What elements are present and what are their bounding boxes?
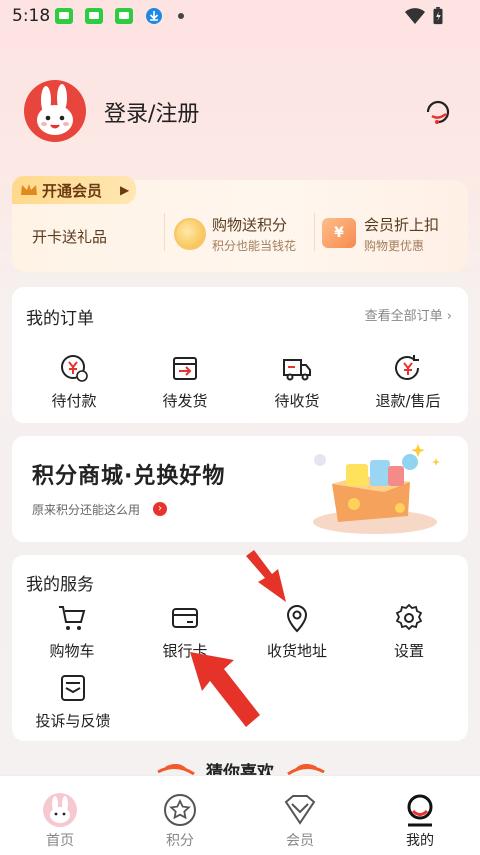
- tab-points[interactable]: 积分: [140, 792, 220, 850]
- rabbit-home-icon: [43, 793, 77, 827]
- tab-label: 首页: [46, 833, 74, 849]
- battery-icon: [433, 7, 443, 25]
- vip-diamond-icon: [284, 795, 316, 825]
- status-time: 5:18: [12, 6, 51, 26]
- avatar[interactable]: [24, 80, 86, 142]
- go-arrow-icon[interactable]: ›: [153, 502, 167, 516]
- vip-points-title: 购物送积分: [212, 216, 288, 234]
- order-refund-aftersale[interactable]: 退款/售后: [368, 352, 448, 411]
- vip-points-subtitle: 积分也能当钱花: [212, 239, 297, 253]
- yen-return-icon: [395, 355, 419, 380]
- annotation-arrow-up: [190, 652, 260, 727]
- login-register-link[interactable]: 登录/注册: [104, 96, 199, 128]
- service-label: 收货地址: [266, 642, 327, 660]
- service-label: 设置: [393, 642, 424, 660]
- wechat-icon: [55, 8, 73, 24]
- service-label: 购物车: [49, 642, 95, 660]
- open-vip-arrow: ▶: [120, 183, 130, 197]
- status-bar: 5:18: [0, 0, 480, 32]
- cart-icon: [59, 606, 86, 630]
- customer-service-button[interactable]: [420, 92, 456, 128]
- order-pending-shipment[interactable]: 待发货: [145, 352, 225, 411]
- user-smile-icon: [407, 794, 433, 827]
- rabbit-avatar-icon: [37, 84, 73, 135]
- see-all-orders-link[interactable]: 查看全部订单 ›: [365, 305, 452, 324]
- orders-title: 我的订单: [26, 309, 94, 329]
- tab-vip[interactable]: 会员: [260, 792, 340, 850]
- order-pending-receipt[interactable]: 待收货: [257, 352, 337, 411]
- service-complaint-feedback[interactable]: 投诉与反馈: [26, 672, 120, 731]
- download-icon: [146, 8, 162, 24]
- order-label: 待收货: [274, 392, 320, 410]
- gear-icon: [395, 603, 423, 631]
- vip-discount-title: 会员折上扣: [364, 216, 440, 234]
- headset-icon: [426, 100, 450, 124]
- services-title: 我的服务: [26, 575, 94, 595]
- vip-gift-label: 开卡送礼品: [32, 228, 108, 246]
- wifi-icon: [405, 8, 425, 24]
- tab-label: 会员: [286, 833, 314, 849]
- order-label: 待发货: [162, 392, 208, 410]
- order-label: 待付款: [51, 392, 97, 410]
- points-mall-subtitle: 原来积分还能这么用: [32, 503, 141, 517]
- crown-icon: [21, 184, 37, 195]
- card-icon: [172, 608, 198, 628]
- open-vip-button[interactable]: 开通会员 ▶: [12, 176, 136, 204]
- tab-label: 积分: [166, 833, 194, 849]
- location-pin-icon: [286, 605, 308, 633]
- feedback-icon: [61, 675, 85, 701]
- wechat-icon: [115, 8, 133, 24]
- points-mall-title: 积分商城·兑换好物: [32, 464, 226, 489]
- star-icon: [164, 794, 196, 826]
- coin-icon: [174, 218, 206, 250]
- service-label: 投诉与反馈: [35, 712, 111, 730]
- wechat-icon: [85, 8, 103, 24]
- divider: [164, 213, 165, 251]
- truck-icon: [283, 359, 311, 381]
- tab-home[interactable]: 首页: [20, 792, 100, 850]
- divider: [314, 213, 315, 251]
- tab-label: 我的: [406, 833, 434, 849]
- yen-clock-icon: [61, 355, 88, 382]
- coupon-icon: ¥: [322, 218, 356, 248]
- annotation-arrow-down: [246, 550, 286, 602]
- open-vip-label: 开通会员: [42, 182, 103, 200]
- tab-mine[interactable]: 我的: [380, 792, 460, 850]
- service-cart[interactable]: 购物车: [32, 602, 112, 661]
- order-pending-payment[interactable]: 待付款: [34, 352, 114, 411]
- gift-box-illustration: [313, 444, 440, 534]
- box-arrow-icon: [173, 357, 197, 380]
- vip-discount-subtitle: 购物更优惠: [364, 239, 425, 253]
- order-label: 退款/售后: [375, 392, 441, 410]
- dot-icon: [178, 13, 184, 19]
- service-settings[interactable]: 设置: [369, 602, 449, 661]
- service-shipping-address[interactable]: 收货地址: [254, 602, 340, 661]
